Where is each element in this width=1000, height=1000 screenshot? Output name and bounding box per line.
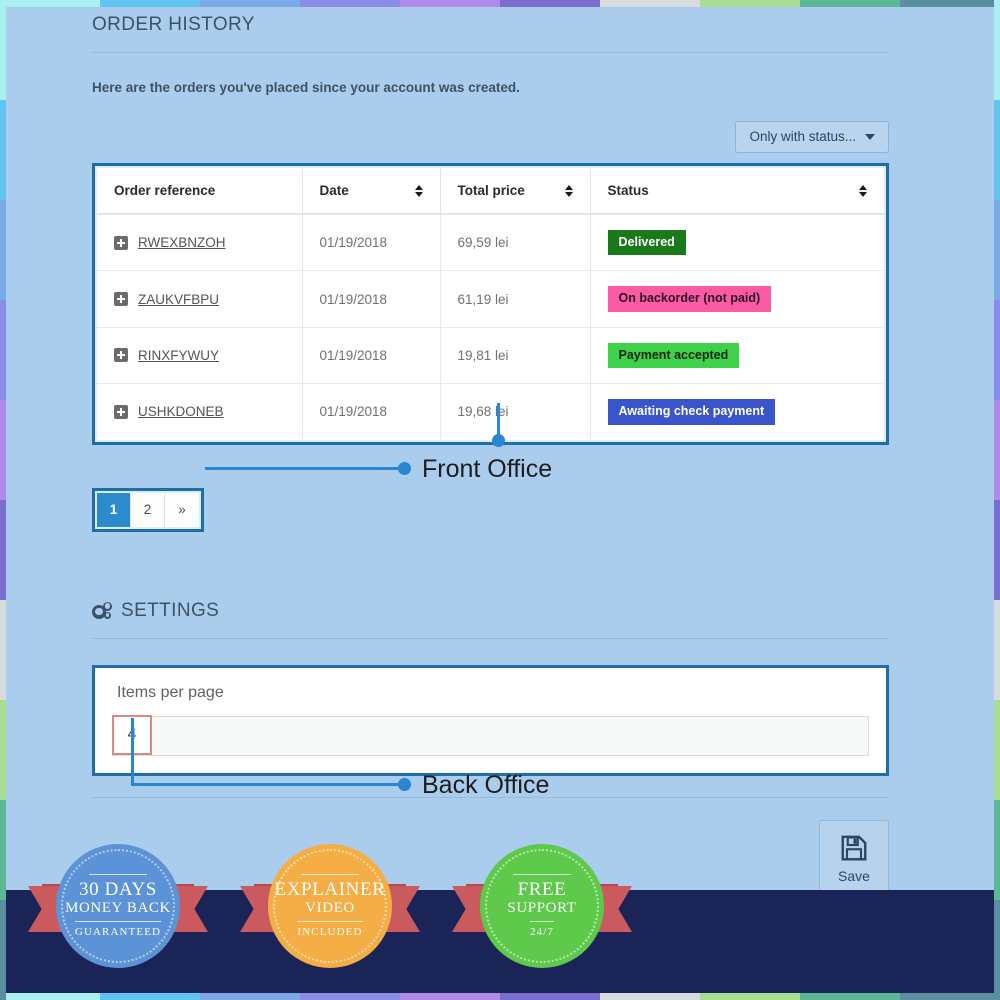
cell-date: 01/19/2018 <box>302 327 441 385</box>
status-badge: Delivered <box>607 230 686 256</box>
settings-panel: Items per page 4 <box>95 667 886 773</box>
column-label: Status <box>607 183 649 198</box>
orders-table-head: Order reference Date Total price Status <box>97 168 884 215</box>
pagination-highlight: 1 2» <box>92 487 204 532</box>
expand-plus-icon[interactable] <box>114 292 128 307</box>
column-date[interactable]: Date <box>302 168 441 215</box>
order-history-intro: Here are the orders you've placed since … <box>92 80 520 95</box>
orders-table: Order reference Date Total price Status … <box>97 168 884 440</box>
orders-table-highlight: Order reference Date Total price Status … <box>92 163 889 445</box>
order-history-title: ORDER HISTORY <box>92 14 255 35</box>
save-button[interactable]: Save <box>819 819 889 898</box>
order-reference-link[interactable]: RWEXBNZOH <box>138 235 226 250</box>
settings-heading: SETTINGS <box>92 600 889 639</box>
status-badge: Awaiting check payment <box>607 399 776 425</box>
settings-divider <box>92 796 889 798</box>
page-body: ORDER HISTORY Here are the orders you've… <box>6 0 994 1000</box>
pagination-page-2[interactable]: 2 <box>131 492 165 527</box>
floppy-disk-icon <box>841 835 867 861</box>
footer-band <box>0 890 1000 1000</box>
pagination-page-1[interactable]: 1 <box>97 492 131 527</box>
table-row: RWEXBNZOH 01/19/2018 69,59 lei Delivered <box>97 214 884 272</box>
cell-status: Awaiting check payment <box>590 384 884 440</box>
gears-icon <box>92 601 112 620</box>
cell-status: On backorder (not paid) <box>590 270 884 328</box>
order-history-heading: ORDER HISTORY <box>92 14 889 53</box>
settings-title: SETTINGS <box>121 599 220 621</box>
items-per-page-label: Items per page <box>117 683 224 701</box>
items-per-page-value[interactable]: 4 <box>112 715 152 755</box>
column-label: Order reference <box>114 183 216 198</box>
status-filter-dropdown[interactable]: Only with status... <box>735 121 889 153</box>
pagination-page-3[interactable]: » <box>165 492 199 527</box>
chevron-down-icon <box>865 133 875 140</box>
expand-plus-icon[interactable] <box>114 235 128 250</box>
status-badge: Payment accepted <box>607 342 740 369</box>
cell-order-reference: ZAUKVFBPU <box>97 270 303 328</box>
decorative-strip-right <box>994 0 1000 1000</box>
cell-total-price: 19,81 lei <box>440 327 591 385</box>
table-row: ZAUKVFBPU 01/19/2018 61,19 lei On backorder… <box>97 270 884 328</box>
table-header-row: Order reference Date Total price Status <box>97 168 884 215</box>
sort-icon[interactable] <box>859 184 867 197</box>
column-label: Date <box>319 183 349 198</box>
pagination[interactable]: 1 2» <box>95 490 201 529</box>
cell-status: Delivered <box>590 214 884 272</box>
cell-status: Payment accepted <box>590 327 884 385</box>
orders-table-inner: Order reference Date Total price Status … <box>95 166 886 442</box>
save-button-label: Save <box>838 868 870 884</box>
cell-total-price: 19,68 lei <box>440 383 591 440</box>
cell-total-price: 61,19 lei <box>440 270 591 328</box>
expand-plus-icon[interactable] <box>114 348 128 363</box>
items-per-page-input[interactable]: 4 <box>112 715 869 756</box>
table-row: RINXFYWUY 01/19/2018 19,81 lei Payment acce… <box>97 327 884 385</box>
status-filter-label: Only with status... <box>749 129 856 144</box>
order-reference-link[interactable]: USHKDONEB <box>138 404 224 419</box>
order-reference-link[interactable]: ZAUKVFBPU <box>138 292 219 307</box>
cell-date: 01/19/2018 <box>302 270 441 328</box>
settings-panel-highlight: Items per page 4 <box>92 664 889 776</box>
expand-plus-icon[interactable] <box>114 404 128 419</box>
cell-order-reference: RINXFYWUY <box>97 327 303 385</box>
orders-table-body: RWEXBNZOH 01/19/2018 69,59 lei Delivered ZAU… <box>97 214 884 440</box>
cell-order-reference: USHKDONEB <box>97 383 303 440</box>
cell-date: 01/19/2018 <box>302 214 441 272</box>
cell-total-price: 69,59 lei <box>440 214 591 272</box>
sort-icon[interactable] <box>564 184 573 197</box>
cell-date: 01/19/2018 <box>302 383 441 440</box>
column-order-reference[interactable]: Order reference <box>97 168 303 215</box>
table-row: USHKDONEB 01/19/2018 19,68 lei Awaiting che… <box>97 383 884 440</box>
column-label: Total price <box>457 183 525 198</box>
save-row: Save <box>92 819 889 898</box>
main-content: ORDER HISTORY Here are the orders you've… <box>92 14 889 898</box>
order-reference-link[interactable]: RINXFYWUY <box>138 348 219 363</box>
column-total-price[interactable]: Total price <box>440 168 591 215</box>
sort-icon[interactable] <box>414 184 423 197</box>
column-status[interactable]: Status <box>590 168 884 215</box>
cell-order-reference: RWEXBNZOH <box>97 214 303 272</box>
status-badge: On backorder (not paid) <box>607 286 772 312</box>
filter-row: Only with status... <box>92 121 889 153</box>
items-per-page-row: 4 <box>95 715 886 773</box>
